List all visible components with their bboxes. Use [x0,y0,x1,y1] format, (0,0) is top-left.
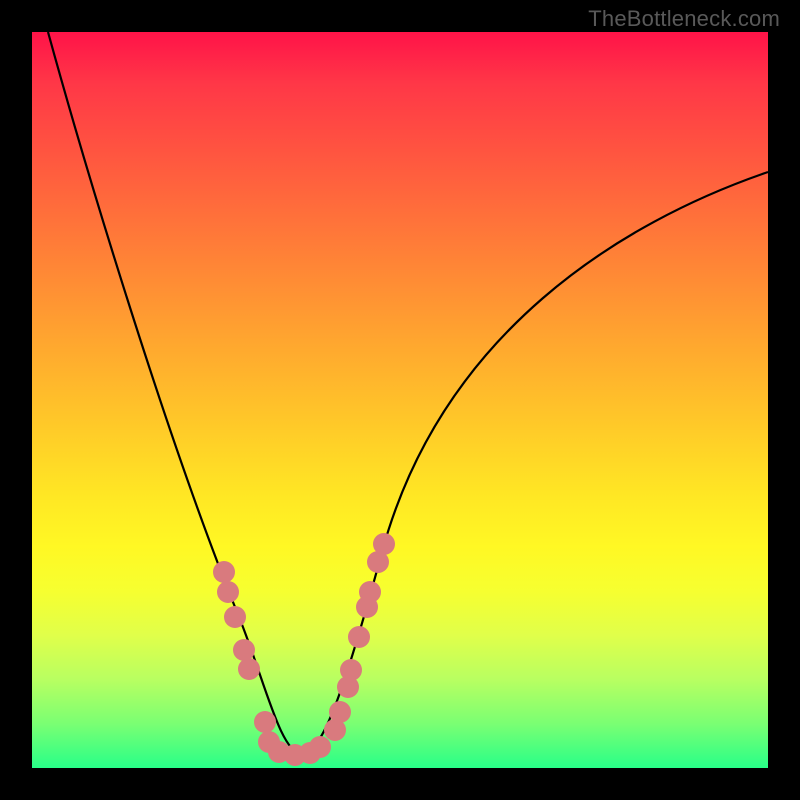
plot-area [32,32,768,768]
data-point-dot [254,711,276,733]
data-point-dot [233,639,255,661]
curve-layer [32,32,768,768]
chart-frame: TheBottleneck.com [0,0,800,800]
data-point-dot [309,736,331,758]
data-point-dot [213,561,235,583]
data-point-dot [217,581,239,603]
data-point-dot [329,701,351,723]
data-point-dot [359,581,381,603]
watermark-text: TheBottleneck.com [588,6,780,32]
data-point-dot [340,659,362,681]
data-point-dot [224,606,246,628]
bottleneck-curve-path [48,32,768,754]
dot-layer [213,533,395,766]
data-point-dot [238,658,260,680]
data-point-dot [348,626,370,648]
data-point-dot [373,533,395,555]
